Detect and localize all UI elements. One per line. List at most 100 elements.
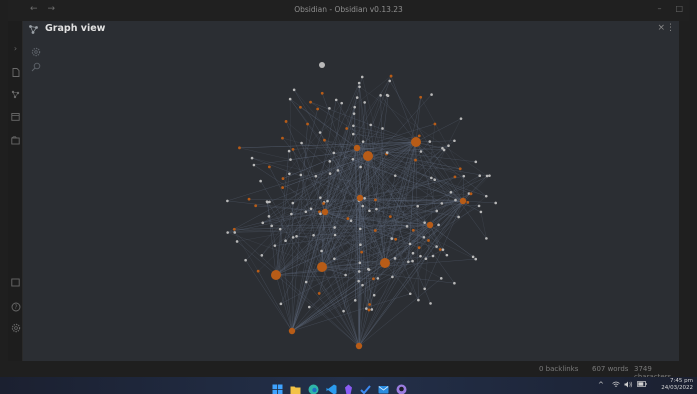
graph-hub-node[interactable] (356, 194, 364, 202)
graph-node[interactable] (344, 273, 347, 277)
graph-node[interactable] (478, 174, 482, 178)
graph-node[interactable] (306, 122, 309, 126)
graph-node[interactable] (358, 85, 361, 89)
graph-node[interactable] (405, 225, 409, 228)
graph-node[interactable] (307, 305, 311, 309)
graph-node[interactable] (417, 246, 421, 250)
graph-node[interactable] (316, 107, 320, 111)
graph-node[interactable] (267, 165, 271, 169)
graph-node[interactable] (278, 227, 282, 231)
graph-node[interactable] (440, 202, 444, 205)
graph-node[interactable] (349, 219, 353, 223)
graph-node[interactable] (367, 268, 371, 271)
graph-node[interactable] (333, 233, 337, 237)
graph-node[interactable] (361, 140, 365, 143)
graph-node[interactable] (358, 227, 362, 231)
graph-node[interactable] (288, 172, 291, 176)
graph-node[interactable] (369, 123, 373, 127)
graph-node[interactable] (299, 105, 302, 109)
edge-icon[interactable] (308, 380, 319, 394)
windows-start-icon[interactable] (272, 380, 283, 394)
graph-node[interactable] (388, 79, 392, 83)
graph-node[interactable] (358, 261, 362, 265)
graph-node[interactable] (391, 275, 394, 279)
graph-node[interactable] (309, 207, 313, 211)
graph-node[interactable] (372, 277, 375, 281)
more-options-button[interactable]: ⋮ (666, 23, 675, 33)
graph-node[interactable] (453, 175, 457, 179)
graph-node[interactable] (462, 174, 466, 178)
graph-node[interactable] (433, 178, 436, 182)
graph-node[interactable] (346, 217, 350, 220)
graph-node[interactable] (430, 93, 433, 96)
graph-node[interactable] (270, 224, 274, 228)
graph-node[interactable] (320, 91, 324, 95)
graph-node[interactable] (416, 204, 420, 208)
graph-node[interactable] (259, 179, 262, 183)
graph-node[interactable] (424, 257, 428, 260)
graph-node[interactable] (370, 308, 374, 311)
graph-node[interactable] (368, 303, 372, 306)
graph-node[interactable] (417, 298, 420, 302)
graph-node[interactable] (457, 215, 460, 219)
graph-node[interactable] (250, 156, 254, 160)
graph-node[interactable] (334, 98, 338, 102)
graph-node[interactable] (359, 165, 362, 169)
graph-node[interactable] (419, 150, 423, 153)
graph-node[interactable] (435, 209, 439, 213)
graph-node[interactable] (379, 94, 382, 97)
graph-node[interactable] (469, 192, 473, 196)
graph-node[interactable] (381, 127, 384, 130)
graph-node[interactable] (423, 221, 426, 224)
calendar-icon[interactable] (10, 111, 21, 122)
graph-node[interactable] (479, 210, 483, 214)
graph-hub-node[interactable] (363, 151, 373, 161)
graph-node[interactable] (439, 277, 443, 280)
graph-node[interactable] (408, 292, 412, 296)
graph-hub-node[interactable] (271, 270, 281, 280)
graph-node[interactable] (376, 277, 380, 280)
graph-node[interactable] (292, 88, 296, 92)
graph-node[interactable] (328, 107, 331, 110)
graph-node[interactable] (281, 177, 285, 180)
graph-node[interactable] (474, 160, 478, 164)
graph-node[interactable] (244, 258, 247, 262)
graph-node[interactable] (238, 146, 241, 150)
graph-node[interactable] (449, 190, 453, 194)
volume-icon[interactable] (624, 381, 633, 390)
graph-canvas[interactable] (23, 38, 679, 361)
graph-node[interactable] (304, 210, 308, 214)
maximize-button[interactable]: □ (675, 4, 683, 13)
graph-node[interactable] (485, 174, 489, 178)
graph-node[interactable] (368, 209, 371, 213)
graph-node[interactable] (319, 196, 322, 199)
graph-icon[interactable] (10, 89, 21, 100)
graph-node[interactable] (360, 75, 364, 79)
graph-node[interactable] (247, 197, 251, 201)
graph-hub-node[interactable] (317, 262, 327, 272)
graph-node[interactable] (352, 112, 356, 115)
graph-node[interactable] (279, 302, 283, 306)
graph-node[interactable] (322, 202, 325, 205)
graph-node[interactable] (442, 148, 446, 152)
graph-node[interactable] (233, 231, 237, 234)
graph-node[interactable] (393, 174, 397, 177)
graph-node[interactable] (287, 149, 291, 153)
graph-node[interactable] (351, 157, 355, 161)
graph-node[interactable] (267, 215, 271, 218)
graph-node[interactable] (419, 95, 423, 99)
graph-node[interactable] (411, 251, 415, 255)
graph-node[interactable] (430, 176, 433, 180)
graph-node[interactable] (318, 131, 322, 134)
graph-node[interactable] (441, 248, 445, 251)
graph-node[interactable] (388, 215, 392, 219)
graph-node[interactable] (314, 174, 318, 178)
graph-node[interactable] (429, 302, 432, 305)
graph-node[interactable] (254, 204, 258, 208)
graph-node[interactable] (333, 257, 336, 261)
graph-node[interactable] (288, 97, 292, 101)
graph-node[interactable] (355, 96, 359, 99)
graph-node[interactable] (252, 163, 256, 167)
graph-node[interactable] (323, 138, 326, 142)
graph-node[interactable] (363, 197, 366, 200)
